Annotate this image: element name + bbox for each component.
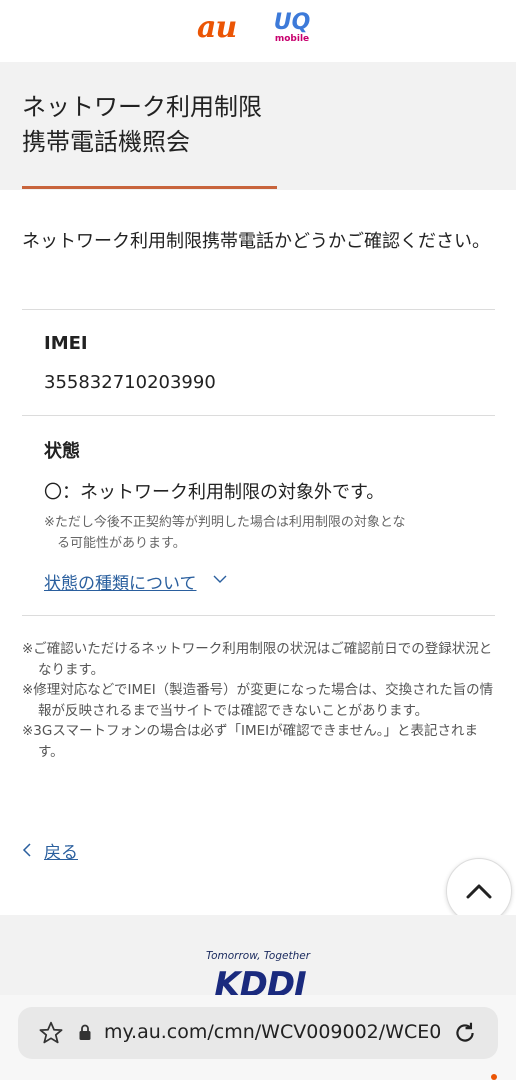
page-title: ネットワーク利用制限 携帯電話機照会 bbox=[22, 90, 262, 160]
indicator-dot bbox=[491, 1074, 497, 1080]
footer-tagline: Tomorrow, Together bbox=[205, 950, 311, 962]
back-link[interactable]: 戻る bbox=[22, 838, 78, 863]
imei-value: 355832710203990 bbox=[44, 372, 216, 393]
url-text[interactable]: my.au.com/cmn/WCV009002/WCE0 bbox=[104, 1021, 440, 1043]
page-title-line1: ネットワーク利用制限 bbox=[22, 93, 262, 121]
status-note-line1: ※ただし今後不正契約等が判明した場合は利用制限の対象とな bbox=[44, 515, 406, 530]
note-item: ※ご確認いただけるネットワーク利用制限の状況はご確認前日での登録状況となります。 bbox=[22, 641, 493, 678]
status-label: 状態 bbox=[44, 441, 80, 462]
title-band: ネットワーク利用制限 携帯電話機照会 bbox=[0, 62, 516, 190]
uq-mobile-logo[interactable]: UQ mobile bbox=[270, 10, 314, 45]
site-footer: Tomorrow, Together KDDI bbox=[0, 915, 516, 1005]
imei-label: IMEI bbox=[44, 333, 88, 354]
status-note: ※ただし今後不正契約等が判明した場合は利用制限の対象とな る可能性があります。 bbox=[44, 512, 484, 554]
page-title-line2: 携帯電話機照会 bbox=[22, 128, 190, 156]
browser-address-bar: my.au.com/cmn/WCV009002/WCE0 bbox=[0, 995, 516, 1080]
divider bbox=[22, 615, 495, 616]
star-icon[interactable] bbox=[38, 1020, 64, 1046]
divider bbox=[22, 415, 495, 416]
au-logo[interactable]: au bbox=[197, 10, 237, 45]
title-underline bbox=[22, 186, 277, 189]
back-label: 戻る bbox=[44, 843, 78, 863]
note-item: ※修理対応などでIMEI（製造番号）が変更になった場合は、交換された旨の情報が反… bbox=[22, 682, 494, 719]
intro-text: ネットワーク利用制限携帯電話かどうかご確認ください。 bbox=[22, 231, 490, 252]
status-types-link[interactable]: 状態の種類について bbox=[44, 569, 197, 594]
chevron-left-icon bbox=[22, 843, 31, 857]
lock-icon bbox=[79, 1024, 91, 1040]
chevron-up-icon bbox=[466, 884, 492, 899]
uq-logo-text: UQ bbox=[273, 10, 311, 35]
site-header: au UQ mobile bbox=[0, 0, 516, 62]
chevron-down-icon[interactable] bbox=[213, 572, 227, 586]
uq-logo-subtext: mobile bbox=[274, 34, 310, 44]
reload-icon[interactable] bbox=[452, 1020, 478, 1046]
status-result: 〇：ネットワーク利用制限の対象外です。 bbox=[44, 482, 385, 503]
divider bbox=[22, 309, 495, 310]
notes-section: ※ご確認いただけるネットワーク利用制限の状況はご確認前日での登録状況となります。… bbox=[22, 639, 497, 762]
note-item: ※3Gスマートフォンの場合は必ず「IMEIが確認できません。」と表記されます。 bbox=[22, 723, 478, 760]
status-note-line2: る可能性があります。 bbox=[57, 536, 186, 551]
